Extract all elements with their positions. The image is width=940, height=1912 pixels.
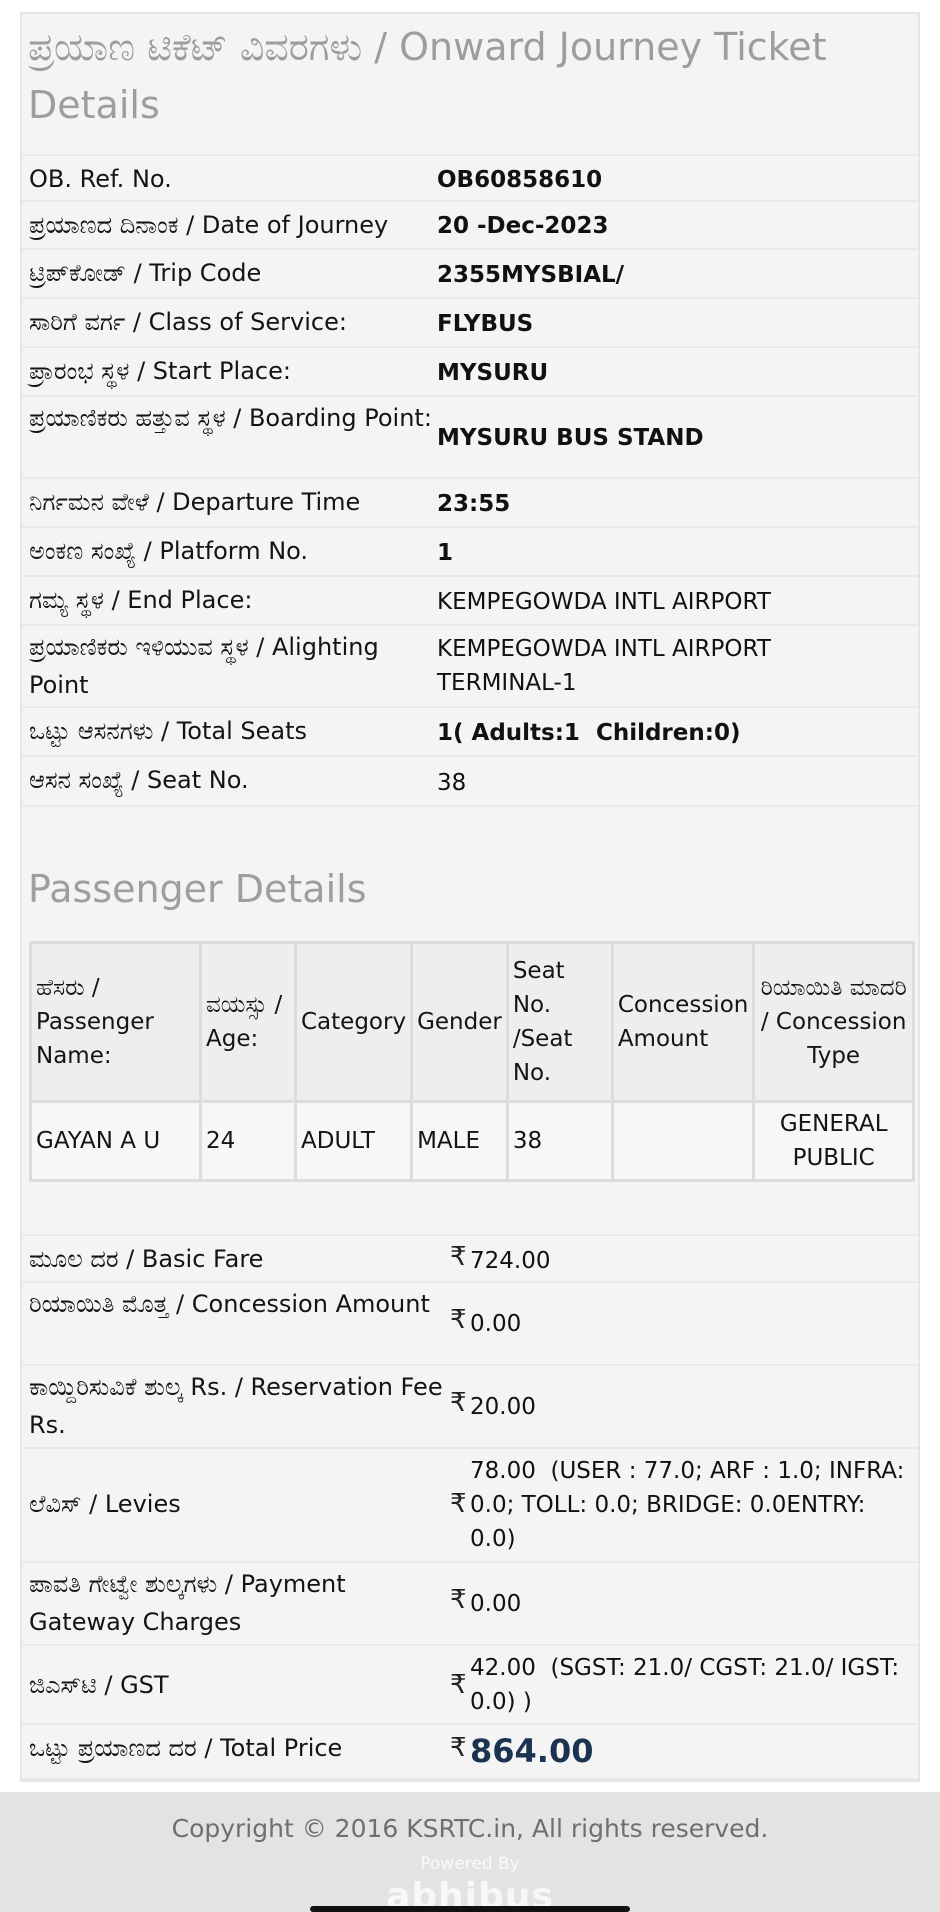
fare-value: 0.00	[470, 1591, 522, 1617]
table-row: GAYAN A U 24 ADULT MALE 38 GENERAL PUBLI…	[29, 1100, 915, 1182]
detail-row-end-place: ಗಮ್ಯ ಸ್ಥಳ / End Place: KEMPEGOWDA INTL A…	[22, 577, 918, 626]
detail-value: KEMPEGOWDA INTL AIRPORT TERMINAL-1	[437, 636, 771, 696]
fare-label: ಲೆವಿಸ್ / Levies	[29, 1490, 181, 1518]
col-header-gender: Gender	[410, 941, 509, 1103]
detail-value: MYSURU	[437, 360, 549, 386]
detail-row-departure-time: ನಿರ್ಗಮನ ವೇಳೆ / Departure Time 23:55	[22, 479, 918, 528]
rupee-icon: ₹	[450, 1489, 467, 1519]
detail-label: ಒಟ್ಟು ಆಸನಗಳು / Total Seats	[29, 717, 308, 745]
passenger-age: 24	[199, 1100, 297, 1182]
fare-row-payment-gateway: ಪಾವತಿ ಗೇಟ್ವೇ ಶುಲ್ಕಗಳು / Payment Gateway …	[22, 1563, 918, 1646]
detail-value: 20 -Dec-2023	[437, 213, 609, 239]
fare-value: 0.00	[470, 1311, 522, 1337]
fare-row-concession: ರಿಯಾಯಿತಿ ಮೊತ್ತ / Concession Amount ₹ 0.0…	[22, 1283, 918, 1366]
detail-row-boarding-point: ಪ್ರಯಾಣಿಕರು ಹತ್ತುವ ಸ್ಥಳ / Boarding Point:…	[22, 397, 918, 479]
rupee-icon: ₹	[450, 1305, 467, 1335]
detail-label: ಟ್ರಿಪ್‌ಕೋಡ್ / Trip Code	[29, 259, 262, 287]
detail-label: ಪ್ರಯಾಣಿಕರು ಹತ್ತುವ ಸ್ಥಳ / Boarding Point:	[29, 404, 432, 432]
rupee-icon: ₹	[450, 1388, 467, 1418]
passenger-details-title: Passenger Details	[28, 867, 367, 911]
detail-row-trip-code: ಟ್ರಿಪ್‌ಕೋಡ್ / Trip Code 2355MYSBIAL/	[22, 250, 918, 299]
fare-label: ಮೂಲ ದರ / Basic Fare	[29, 1245, 264, 1273]
detail-row-class: ಸಾರಿಗೆ ವರ್ಗ / Class of Service: FLYBUS	[22, 299, 918, 348]
fare-row-levies: ಲೆವಿಸ್ / Levies ₹ 78.00 (USER : 77.0; AR…	[22, 1449, 918, 1563]
detail-row-alighting-point: ಪ್ರಯಾಣಿಕರು ಇಳಿಯುವ ಸ್ಥಳ / Alighting Point…	[22, 626, 918, 708]
detail-label: ಪ್ರಾರಂಭ ಸ್ಥಳ / Start Place:	[29, 357, 291, 385]
detail-value: 1	[437, 540, 454, 566]
passenger-concession-amount	[610, 1100, 756, 1182]
detail-value: 2355MYSBIAL/	[437, 262, 625, 288]
fare-label: ಕಾಯ್ದಿರಿಸುವಿಕೆ ಶುಲ್ಕ Rs. / Reservation F…	[29, 1373, 443, 1439]
fare-row-total: ಒಟ್ಟು ಪ್ರಯಾಣದ ದರ / Total Price ₹ 864.00	[22, 1725, 918, 1780]
detail-row-seat-no: ಆಸನ ಸಂಖ್ಯೆ / Seat No. 38	[22, 757, 918, 807]
col-header-concession-amount: Concession Amount	[610, 941, 756, 1103]
fare-value: 42.00 (SGST: 21.0/ CGST: 21.0/ IGST: 0.0…	[470, 1655, 907, 1715]
fare-value: 78.00 (USER : 77.0; ARF : 1.0; INFRA: 0.…	[470, 1458, 912, 1552]
copyright-text: Copyright © 2016 KSRTC.in, All rights re…	[171, 1814, 769, 1843]
fare-value: 724.00	[470, 1248, 551, 1274]
detail-value: OB60858610	[437, 167, 603, 193]
detail-label: ಆಸನ ಸಂಖ್ಯೆ / Seat No.	[29, 766, 249, 794]
detail-label: ಸಾರಿಗೆ ವರ್ಗ / Class of Service:	[29, 308, 347, 336]
total-price-value: 864.00	[470, 1732, 594, 1770]
rupee-icon: ₹	[450, 1733, 467, 1763]
detail-value: KEMPEGOWDA INTL AIRPORT	[437, 589, 771, 615]
rupee-icon: ₹	[450, 1670, 467, 1700]
passenger-table-header: ಹೆಸರು / Passenger Name: ವಯಸ್ಸು / Age: Ca…	[29, 941, 915, 1103]
passenger-concession-type: GENERAL PUBLIC	[752, 1100, 915, 1182]
fare-label: ಪಾವತಿ ಗೇಟ್ವೇ ಶುಲ್ಕಗಳು / Payment Gateway …	[29, 1570, 346, 1636]
detail-value: 38	[437, 770, 467, 796]
passenger-seat: 38	[505, 1100, 614, 1182]
detail-label: ನಿರ್ಗಮನ ವೇಳೆ / Departure Time	[29, 488, 361, 516]
fare-label: ರಿಯಾಯಿತಿ ಮೊತ್ತ / Concession Amount	[29, 1290, 430, 1318]
col-header-concession-type: ರಿಯಾಯಿತಿ ಮಾದರಿ / Concession Type	[752, 941, 915, 1103]
powered-by-text: Powered By	[420, 1854, 520, 1874]
fare-value: 20.00	[470, 1394, 536, 1420]
detail-label: ಅಂಕಣ ಸಂಖ್ಯೆ / Platform No.	[29, 537, 309, 565]
col-header-name: ಹೆಸರು / Passenger Name:	[29, 941, 202, 1103]
rupee-icon: ₹	[450, 1585, 467, 1615]
detail-value: FLYBUS	[437, 311, 534, 337]
fare-label: ಜಿಎಸ್‌ಟಿ / GST	[29, 1671, 169, 1699]
detail-row-platform: ಅಂಕಣ ಸಂಖ್ಯೆ / Platform No. 1	[22, 528, 918, 577]
home-indicator[interactable]	[310, 1906, 630, 1912]
fare-row-reservation-fee: ಕಾಯ್ದಿರಿಸುವಿಕೆ ಶುಲ್ಕ Rs. / Reservation F…	[22, 1366, 918, 1449]
col-header-category: Category	[293, 941, 414, 1103]
detail-value: 23:55	[437, 491, 511, 517]
col-header-age: ವಯಸ್ಸು / Age:	[199, 941, 297, 1103]
page-title: ಪ್ರಯಾಣ ಟಿಕೆಟ್ ವಿವರಗಳು / Onward Journey T…	[28, 25, 827, 127]
detail-row-start-place: ಪ್ರಾರಂಭ ಸ್ಥಳ / Start Place: MYSURU	[22, 348, 918, 397]
detail-row-date: ಪ್ರಯಾಣದ ದಿನಾಂಕ / Date of Journey 20 -Dec…	[22, 202, 918, 250]
detail-label: OB. Ref. No.	[29, 165, 172, 193]
detail-label: ಪ್ರಯಾಣದ ದಿನಾಂಕ / Date of Journey	[29, 211, 389, 239]
footer: Copyright © 2016 KSRTC.in, All rights re…	[0, 1792, 940, 1912]
fare-row-gst: ಜಿಎಸ್‌ಟಿ / GST ₹ 42.00 (SGST: 21.0/ CGST…	[22, 1646, 918, 1725]
detail-value: MYSURU BUS STAND	[437, 425, 704, 451]
detail-row-total-seats: ಒಟ್ಟು ಆಸನಗಳು / Total Seats 1( Adults:1 C…	[22, 708, 918, 757]
detail-label: ಪ್ರಯಾಣಿಕರು ಇಳಿಯುವ ಸ್ಥಳ / Alighting Point	[29, 633, 379, 699]
fare-label: ಒಟ್ಟು ಪ್ರಯಾಣದ ದರ / Total Price	[29, 1734, 343, 1762]
passenger-table: ಹೆಸರು / Passenger Name: ವಯಸ್ಸು / Age: Ca…	[29, 941, 915, 1182]
detail-row-ref-no: OB. Ref. No. OB60858610	[22, 154, 918, 202]
detail-label: ಗಮ್ಯ ಸ್ಥಳ / End Place:	[29, 586, 253, 614]
passenger-category: ADULT	[293, 1100, 414, 1182]
passenger-name: GAYAN A U	[29, 1100, 202, 1182]
passenger-gender: MALE	[410, 1100, 509, 1182]
detail-value: 1( Adults:1 Children:0)	[437, 720, 741, 746]
rupee-icon: ₹	[450, 1242, 467, 1272]
fare-row-basic: ಮೂಲ ದರ / Basic Fare ₹ 724.00	[22, 1234, 918, 1283]
col-header-seat: Seat No. /Seat No.	[505, 941, 614, 1103]
ticket-card: ಪ್ರಯಾಣ ಟಿಕೆಟ್ ವಿವರಗಳು / Onward Journey T…	[20, 12, 920, 1782]
